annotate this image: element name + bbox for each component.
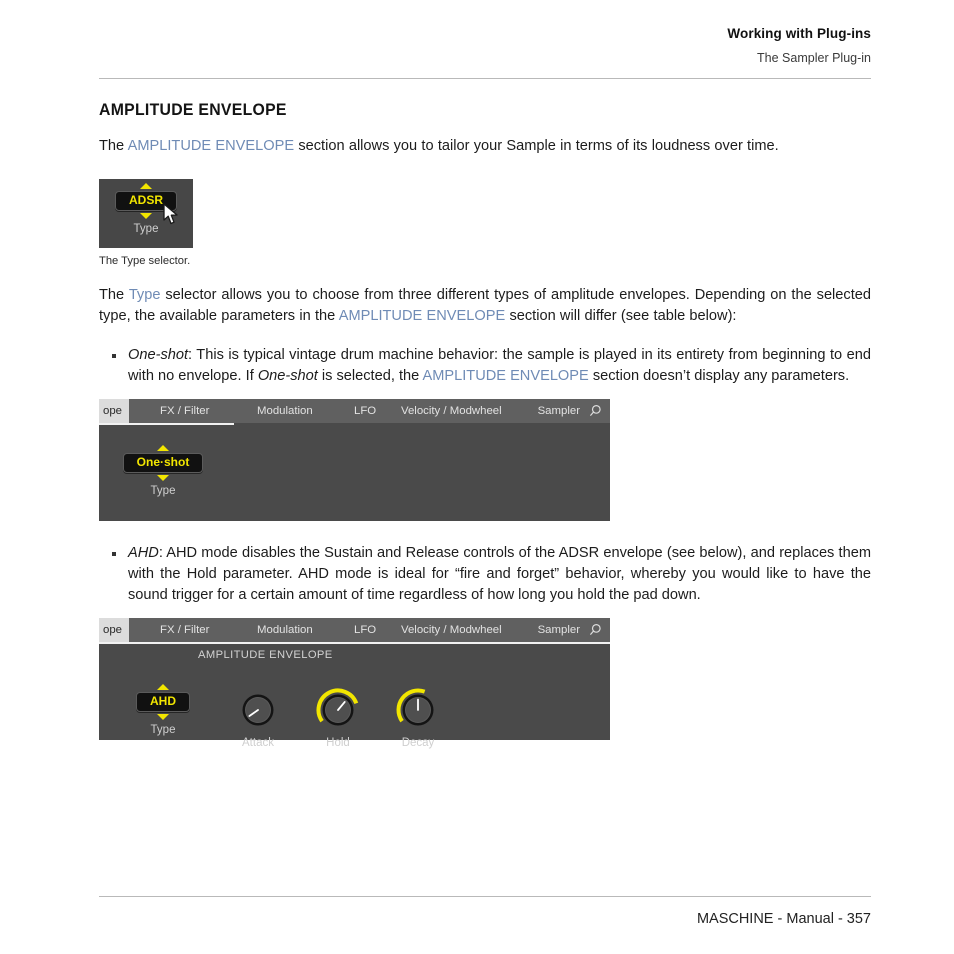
tab-lfo[interactable]: LFO xyxy=(354,399,376,423)
header-divider xyxy=(99,78,871,79)
type-selector-paragraph: The Type selector allows you to choose f… xyxy=(99,285,871,327)
figure-caption: The Type selector. xyxy=(99,255,191,267)
knob-attack-graphic[interactable] xyxy=(235,687,281,733)
tab-fx-filter[interactable]: FX / Filter xyxy=(160,618,209,642)
bullet2-term: AHD xyxy=(128,545,159,561)
xref-amplitude-envelope-3[interactable]: AMPLITUDE ENVELOPE xyxy=(423,368,589,384)
bullet1-post: section doesn’t display any parameters. xyxy=(588,368,850,384)
knob-label: Decay xyxy=(401,737,435,749)
ahd-type-selector[interactable]: AHD Type xyxy=(111,684,215,736)
tab-envelope-active[interactable]: ope xyxy=(99,399,130,423)
footer-page-label: MASCHINE - Manual - 357 xyxy=(696,911,871,927)
magnifier-icon[interactable] xyxy=(588,623,602,637)
tab-velocity-modwheel[interactable]: Velocity / Modwheel xyxy=(401,618,502,642)
tab-modulation[interactable]: Modulation xyxy=(257,399,313,423)
p2-post: section will differ (see table below): xyxy=(505,308,737,324)
list-item: One-shot: This is typical vintage drum m… xyxy=(99,345,871,387)
content-column: AMPLITUDE ENVELOPE The AMPLITUDE ENVELOP… xyxy=(99,100,871,749)
knob-decay[interactable]: Decay xyxy=(380,687,456,749)
figure-ahd-panel: ope FX / Filter Modulation LFO Velocity … xyxy=(99,618,610,749)
intro-paragraph: The AMPLITUDE ENVELOPE section allows yo… xyxy=(99,136,871,157)
figure-type-selector: ADSR Type xyxy=(99,179,193,248)
list-item: AHD: AHD mode disables the Sustain and R… xyxy=(99,543,871,606)
intro-text-post: section allows you to tailor your Sample… xyxy=(294,138,779,154)
knob-dial[interactable] xyxy=(235,687,281,733)
tab-velocity-modwheel[interactable]: Velocity / Modwheel xyxy=(401,399,502,423)
header-title: Working with Plug-ins xyxy=(727,26,871,41)
one-shot-panel-body: One·shot Type xyxy=(99,423,610,521)
bullet-list-ahd: AHD: AHD mode disables the Sustain and R… xyxy=(99,543,871,606)
type-selector-value[interactable]: One·shot xyxy=(122,453,204,473)
bullet-square-icon xyxy=(112,354,116,358)
page-header: Working with Plug-ins The Sampler Plug-i… xyxy=(99,25,871,67)
bullet2-text: : AHD mode disables the Sustain and Rele… xyxy=(128,545,871,603)
plugin-name-label: Sampler xyxy=(537,624,580,636)
tab-lfo[interactable]: LFO xyxy=(354,618,376,642)
ahd-panel-body: AMPLITUDE ENVELOPE AHD Type Attack Hold … xyxy=(99,642,610,749)
mouse-cursor-icon xyxy=(163,203,178,225)
knob-label: Attack xyxy=(242,737,274,749)
bullet-list-one-shot: One-shot: This is typical vintage drum m… xyxy=(99,345,871,387)
page-title: AMPLITUDE ENVELOPE xyxy=(99,100,287,119)
knob-hold[interactable]: Hold xyxy=(300,687,376,749)
tab-modulation[interactable]: Modulation xyxy=(257,618,313,642)
knob-hold-graphic[interactable] xyxy=(315,687,361,733)
type-parameter-label: Type xyxy=(150,724,176,736)
type-selector-value[interactable]: AHD xyxy=(136,692,190,712)
triangle-down-icon[interactable] xyxy=(140,213,152,219)
xref-amplitude-envelope[interactable]: AMPLITUDE ENVELOPE xyxy=(128,138,294,154)
xref-type[interactable]: Type xyxy=(129,287,161,303)
tab-fx-filter[interactable]: FX / Filter xyxy=(160,399,209,423)
amplitude-envelope-section-label: AMPLITUDE ENVELOPE xyxy=(198,649,333,661)
intro-text-pre: The xyxy=(99,138,128,154)
figure-one-shot-panel: ope FX / Filter Modulation LFO Velocity … xyxy=(99,399,610,521)
xref-amplitude-envelope-2[interactable]: AMPLITUDE ENVELOPE xyxy=(339,308,505,324)
triangle-down-icon[interactable] xyxy=(157,714,169,720)
bullet1-mid: is selected, the xyxy=(317,368,423,384)
tab-envelope-active[interactable]: ope xyxy=(99,618,130,642)
magnifier-icon[interactable] xyxy=(588,404,602,418)
type-parameter-label: Type xyxy=(150,485,176,497)
one-shot-type-selector[interactable]: One·shot Type xyxy=(111,445,215,497)
section-divider xyxy=(194,642,610,644)
footer-divider xyxy=(99,896,871,897)
knob-attack[interactable]: Attack xyxy=(220,687,296,749)
p2-pre: The xyxy=(99,287,129,303)
knob-decay-graphic[interactable] xyxy=(395,687,441,733)
knob-dial[interactable] xyxy=(315,687,361,733)
plugin-name-label: Sampler xyxy=(537,405,580,417)
header-subtitle: The Sampler Plug-in xyxy=(757,51,871,65)
knob-label: Hold xyxy=(326,737,350,749)
bullet1-term2: One-shot xyxy=(257,368,318,384)
bullet1-term: One-shot xyxy=(128,347,189,363)
triangle-down-icon[interactable] xyxy=(157,475,169,481)
plugin-tab-bar: ope FX / Filter Modulation LFO Velocity … xyxy=(99,618,610,644)
bullet-square-icon xyxy=(112,552,116,556)
plugin-tab-bar: ope FX / Filter Modulation LFO Velocity … xyxy=(99,399,610,425)
knob-dial[interactable] xyxy=(395,687,441,733)
